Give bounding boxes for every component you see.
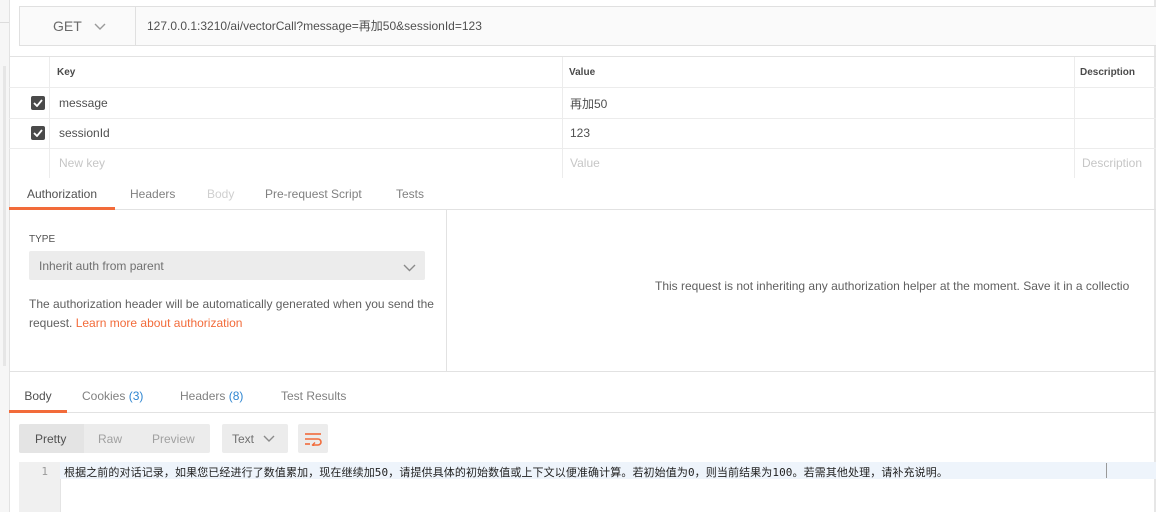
table-header-row: Key Value Description [9, 57, 1156, 88]
auth-type-select[interactable]: Inherit auth from parent [29, 251, 425, 280]
text-cursor [1106, 463, 1107, 478]
method-label: GET [53, 18, 82, 34]
cookies-count: (3) [128, 389, 144, 403]
auth-info-panel: This request is not inheriting any autho… [447, 209, 1156, 371]
param-value[interactable]: 123 [570, 118, 590, 148]
wrap-lines-icon [305, 432, 322, 446]
url-bar: GET 127.0.0.1:3210/ai/vectorCall?message… [19, 6, 1156, 46]
chevron-down-icon [403, 260, 416, 275]
table-row: message 再加50 [9, 88, 1156, 119]
new-description-input[interactable]: Description [1082, 148, 1142, 178]
checkmark-icon [33, 129, 43, 137]
line-number: 1 [41, 465, 48, 478]
headers-count: (8) [228, 389, 244, 403]
divider [9, 371, 1156, 372]
table-row: sessionId 123 [9, 118, 1156, 149]
method-select[interactable]: GET [20, 7, 136, 45]
column-header-description: Description [1080, 66, 1136, 78]
tab-label: Authorization [26, 186, 98, 201]
checkmark-icon [33, 99, 43, 107]
param-value[interactable]: 再加50 [570, 88, 607, 118]
chevron-down-icon [94, 19, 106, 34]
line-gutter: 1 [19, 462, 61, 512]
param-checkbox[interactable] [31, 126, 45, 140]
new-value-input[interactable]: Value [570, 148, 600, 178]
request-tabs: Authorization Headers Body Pre-request S… [9, 178, 1156, 210]
pretty-button[interactable]: Pretty [35, 424, 66, 453]
tab-headers[interactable]: Headers [130, 178, 175, 209]
tab-tests[interactable]: Tests [396, 178, 424, 209]
tab-label: Headers [180, 389, 226, 403]
active-tab-indicator [9, 410, 67, 413]
tab-authorization[interactable]: Authorization [9, 178, 115, 210]
format-button-group: Pretty Raw Preview [19, 424, 210, 453]
tab-label: Cookies [82, 389, 126, 403]
auth-type-value: Inherit auth from parent [39, 258, 164, 273]
preview-button[interactable]: Preview [152, 424, 195, 453]
param-checkbox[interactable] [31, 96, 45, 110]
tab-cookies[interactable]: Cookies (3) [82, 380, 143, 412]
new-key-input[interactable]: New key [59, 148, 105, 178]
auth-description: The authorization header will be automat… [29, 295, 434, 333]
tab-body[interactable]: Body [207, 178, 234, 209]
learn-more-link[interactable]: Learn more about authorization [76, 316, 243, 330]
column-header-value: Value [569, 66, 596, 78]
chevron-down-icon [263, 431, 275, 446]
auth-settings-panel: TYPE Inherit auth from parent The author… [9, 209, 447, 371]
language-select[interactable]: Text [222, 424, 288, 453]
response-tabs: Body Cookies (3) Headers (8) Test Result… [9, 380, 1156, 413]
response-body-text[interactable]: 根据之前的对话记录，如果您已经进行了数值累加，现在继续加50，请提供具体的初始数… [64, 464, 948, 480]
tab-response-headers[interactable]: Headers (8) [180, 380, 243, 412]
param-key[interactable]: sessionId [59, 118, 110, 148]
params-table: Key Value Description message 再加50 sessi… [9, 56, 1156, 178]
type-label: TYPE [29, 234, 56, 245]
param-key[interactable]: message [59, 88, 108, 118]
auth-info-message: This request is not inheriting any autho… [655, 279, 1130, 293]
wrap-lines-button[interactable] [298, 424, 328, 453]
column-header-key: Key [57, 66, 76, 78]
new-param-row: New key Value Description [9, 148, 1156, 178]
url-input[interactable]: 127.0.0.1:3210/ai/vectorCall?message=再加5… [147, 17, 482, 34]
tab-pre-request-script[interactable]: Pre-request Script [265, 178, 362, 209]
tab-response-body[interactable]: Body [9, 380, 67, 413]
tab-test-results[interactable]: Test Results [281, 380, 346, 412]
tab-label: Body [24, 389, 52, 403]
language-value: Text [232, 431, 255, 446]
raw-button[interactable]: Raw [98, 424, 122, 453]
